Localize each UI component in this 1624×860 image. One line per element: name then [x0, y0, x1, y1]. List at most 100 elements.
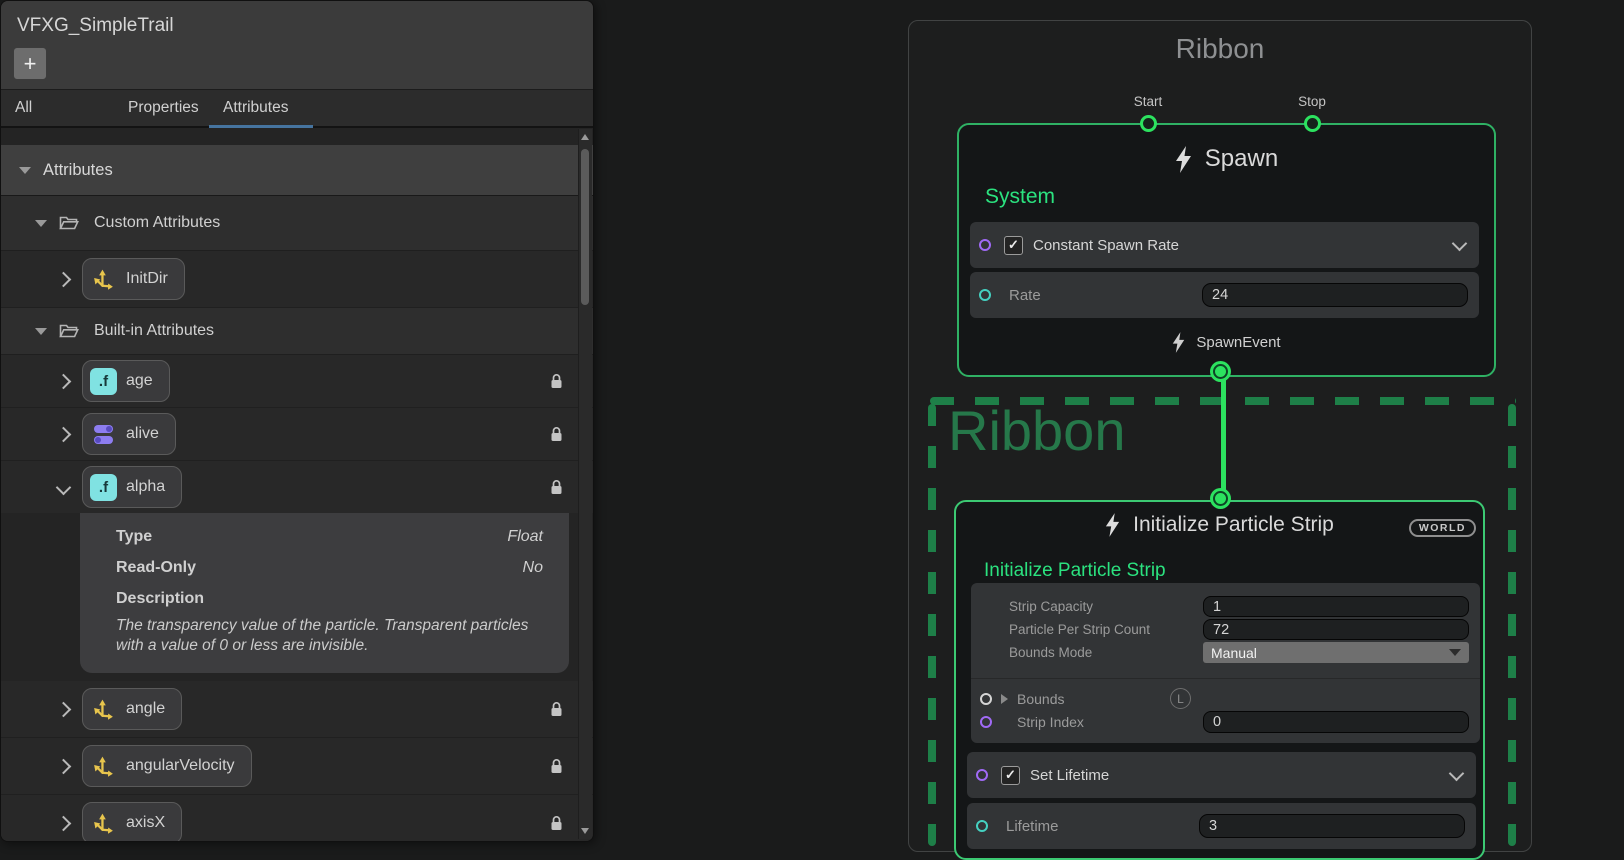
- tab-all[interactable]: All: [1, 90, 114, 126]
- attribute-name: alive: [126, 425, 159, 443]
- strip-capacity-label: Strip Capacity: [1009, 596, 1093, 617]
- spawn-event-label: SpawnEvent: [1196, 334, 1280, 351]
- initialize-context-node[interactable]: Initialize Particle Strip WORLD Initiali…: [954, 500, 1485, 860]
- chevron-down-icon[interactable]: [1452, 235, 1468, 251]
- chevron-right-icon[interactable]: [56, 758, 72, 774]
- group-title: Ribbon: [909, 33, 1531, 65]
- local-space-badge[interactable]: L: [1170, 688, 1191, 709]
- attribute-row-initdir[interactable]: InitDir: [1, 251, 593, 308]
- attribute-chip[interactable]: alive: [82, 413, 176, 455]
- rate-port-icon[interactable]: [979, 289, 991, 301]
- checkbox-checked[interactable]: ✓: [1004, 236, 1023, 255]
- asset-title: VFXG_SimpleTrail: [17, 15, 174, 37]
- bool-type-icon: [90, 421, 117, 448]
- chevron-right-icon[interactable]: [56, 373, 72, 389]
- foldout-open-icon[interactable]: [19, 167, 31, 174]
- attribute-chip[interactable]: InitDir: [82, 258, 185, 300]
- init-context-label: Initialize Particle Strip: [984, 560, 1166, 582]
- chevron-right-icon[interactable]: [56, 701, 72, 717]
- foldout-arrow-icon[interactable]: [1001, 694, 1008, 704]
- scroll-down-arrow-icon[interactable]: [581, 828, 589, 834]
- scrollbar[interactable]: [578, 129, 592, 839]
- lock-icon: [550, 373, 563, 390]
- set-lifetime-block[interactable]: ✓ Set Lifetime: [967, 752, 1476, 798]
- system-boundary-label: Ribbon: [948, 400, 1125, 462]
- start-port-label: Start: [1108, 94, 1188, 109]
- start-flow-port[interactable]: [1140, 115, 1157, 132]
- checkbox-checked[interactable]: ✓: [1001, 766, 1020, 785]
- strip-capacity-input[interactable]: [1203, 596, 1469, 617]
- add-attribute-button[interactable]: +: [13, 47, 47, 80]
- spacer: [1, 673, 593, 681]
- init-settings-block[interactable]: Strip Capacity Particle Per Strip Count …: [971, 583, 1480, 743]
- spawn-context-node[interactable]: Start Stop Spawn System ✓ Constant Spawn…: [957, 123, 1496, 377]
- strip-index-input[interactable]: [1203, 711, 1469, 733]
- stop-port-label: Stop: [1272, 94, 1352, 109]
- lifetime-input[interactable]: [1199, 814, 1465, 838]
- rate-label: Rate: [1009, 287, 1041, 304]
- attribute-chip[interactable]: angularVelocity: [82, 745, 252, 787]
- vector-type-icon: [90, 810, 117, 837]
- world-space-badge[interactable]: WORLD: [1409, 519, 1476, 537]
- readonly-label: Read-Only: [116, 559, 196, 577]
- readonly-value: No: [523, 559, 543, 577]
- attribute-chip[interactable]: .f age: [82, 360, 170, 402]
- chevron-right-icon[interactable]: [56, 426, 72, 442]
- constant-spawn-rate-block[interactable]: ✓ Constant Spawn Rate: [970, 222, 1479, 268]
- bounds-mode-value: Manual: [1211, 645, 1257, 661]
- spawn-to-init-edge[interactable]: [1221, 373, 1226, 501]
- local-space-letter: L: [1177, 692, 1184, 706]
- checkbox-checked-icon: ✓: [1008, 237, 1019, 253]
- strip-index-row[interactable]: Strip Index: [980, 711, 1084, 733]
- attribute-row-alive[interactable]: alive: [1, 408, 593, 461]
- attribute-name: InitDir: [126, 270, 168, 288]
- lifetime-port-icon[interactable]: [976, 820, 988, 832]
- bounds-mode-dropdown[interactable]: Manual: [1203, 642, 1469, 663]
- bounds-row[interactable]: Bounds: [980, 688, 1064, 710]
- chevron-down-icon[interactable]: [56, 479, 72, 495]
- attribute-row-angularvelocity[interactable]: angularVelocity: [1, 738, 593, 795]
- checkbox-checked-icon: ✓: [1005, 767, 1016, 783]
- particle-per-strip-input[interactable]: [1203, 619, 1469, 640]
- block-port-icon[interactable]: [976, 769, 988, 781]
- spacer: [1, 128, 593, 145]
- foldout-open-icon[interactable]: [35, 220, 47, 227]
- chevron-down-icon[interactable]: [1449, 765, 1465, 781]
- lock-icon: [550, 479, 563, 496]
- stop-flow-port[interactable]: [1304, 115, 1321, 132]
- attribute-row-angle[interactable]: angle: [1, 681, 593, 738]
- bounds-port-icon[interactable]: [980, 693, 992, 705]
- init-node-title: Initialize Particle Strip: [1133, 513, 1334, 537]
- chevron-right-icon[interactable]: [56, 815, 72, 831]
- chevron-right-icon[interactable]: [56, 271, 72, 287]
- tab-properties[interactable]: Properties: [114, 90, 209, 126]
- constant-spawn-rate-label: Constant Spawn Rate: [1033, 237, 1179, 254]
- spawn-output-port[interactable]: [1213, 364, 1228, 379]
- builtin-attributes-group[interactable]: Built-in Attributes: [1, 308, 593, 355]
- custom-attributes-group[interactable]: Custom Attributes: [1, 196, 593, 251]
- block-port-icon[interactable]: [979, 239, 991, 251]
- attribute-chip[interactable]: axisX: [82, 802, 182, 842]
- rate-block[interactable]: Rate: [970, 272, 1479, 318]
- attribute-name: alpha: [126, 478, 165, 496]
- attribute-chip[interactable]: .f alpha: [82, 466, 182, 508]
- rate-input[interactable]: [1202, 283, 1468, 307]
- alpha-details-panel: Type Float Read-Only No Description The …: [80, 513, 569, 673]
- tab-attributes[interactable]: Attributes: [209, 90, 313, 126]
- lightning-icon: [1105, 513, 1120, 537]
- blackboard-header: VFXG_SimpleTrail +: [1, 1, 593, 90]
- lightning-icon: [1175, 146, 1192, 173]
- foldout-open-icon[interactable]: [35, 328, 47, 335]
- lifetime-block[interactable]: Lifetime: [967, 803, 1476, 849]
- blackboard-tab-bar: All Properties Attributes: [1, 90, 593, 128]
- attribute-row-axisx[interactable]: axisX: [1, 795, 593, 842]
- attribute-row-age[interactable]: .f age: [1, 355, 593, 408]
- scroll-up-arrow-icon[interactable]: [581, 134, 589, 140]
- scrollbar-thumb[interactable]: [581, 149, 589, 305]
- attributes-section-header[interactable]: Attributes: [1, 145, 593, 196]
- attribute-row-alpha[interactable]: .f alpha: [1, 461, 593, 513]
- init-input-port[interactable]: [1213, 491, 1228, 506]
- attribute-chip[interactable]: angle: [82, 688, 182, 730]
- custom-attributes-label: Custom Attributes: [94, 214, 220, 232]
- strip-index-port-icon[interactable]: [980, 716, 992, 728]
